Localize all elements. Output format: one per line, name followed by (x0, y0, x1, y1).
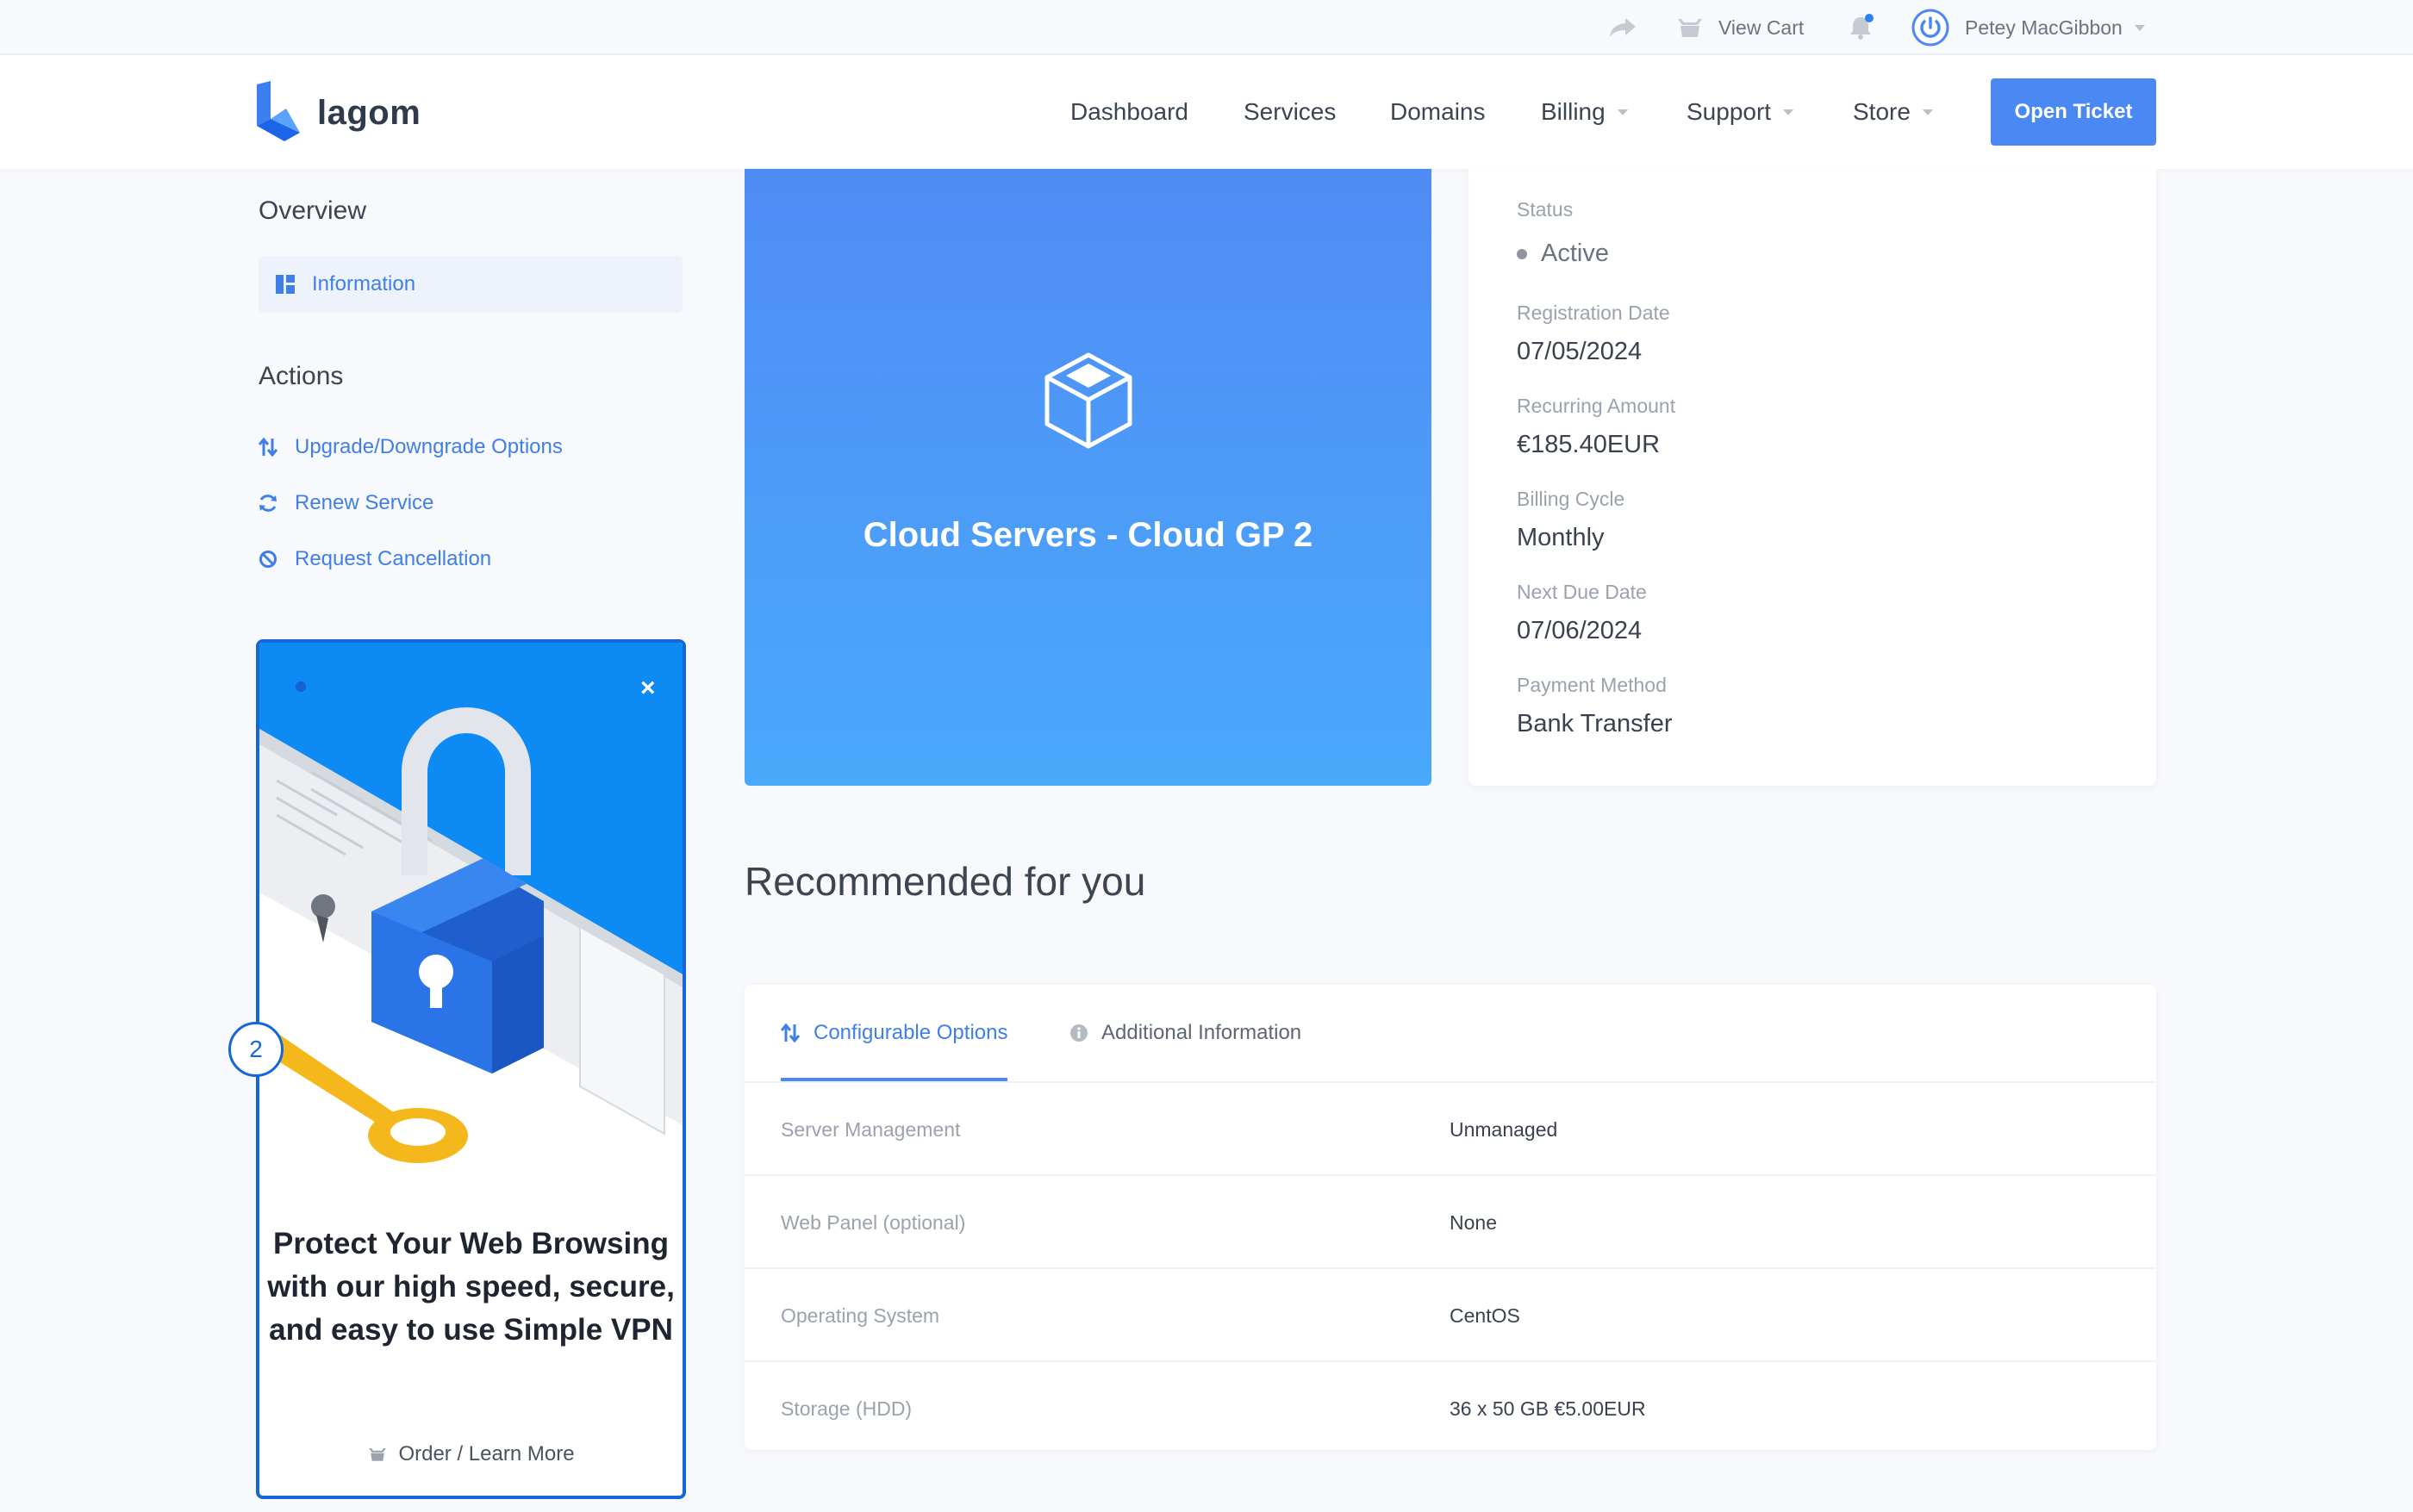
carousel-dot[interactable] (296, 681, 306, 692)
sidebar-item-label: Information (312, 272, 416, 296)
top-utility-bar: View Cart Petey MacGibbon (0, 0, 2413, 55)
view-cart-link[interactable]: View Cart (1675, 0, 1804, 55)
option-value: None (1450, 1210, 1497, 1234)
table-row: Web Panel (optional) None (745, 1176, 2156, 1269)
upgrade-downgrade-link[interactable]: Upgrade/Downgrade Options (259, 435, 563, 459)
chevron-down-icon (1922, 109, 1933, 115)
open-ticket-button[interactable]: Open Ticket (1991, 78, 2156, 146)
cart-icon (367, 1446, 388, 1463)
nav-domains[interactable]: Domains (1390, 55, 1485, 169)
notifications-button[interactable] (1846, 0, 1875, 55)
recurring-amount-label: Recurring Amount (1517, 395, 1676, 417)
nav-store[interactable]: Store (1853, 55, 1933, 169)
product-name: Cloud Servers - Cloud GP 2 (863, 516, 1313, 554)
dashboard-icon (276, 275, 295, 294)
status-label: Status (1517, 198, 1574, 221)
status-badge: Active (1517, 240, 1609, 268)
billing-cycle-value: Monthly (1517, 524, 1605, 551)
status-dot (1517, 248, 1527, 259)
next-due-date-value: 07/06/2024 (1517, 617, 1643, 644)
registration-date-label: Registration Date (1517, 302, 1670, 324)
share-button[interactable] (1608, 0, 1637, 55)
nav-billing[interactable]: Billing (1541, 55, 1628, 169)
promo-title: Protect Your Web Browsing with our high … (267, 1227, 675, 1347)
step-badge: 2 (228, 1022, 284, 1077)
next-due-date-label: Next Due Date (1517, 581, 1647, 603)
registration-date-value: 07/05/2024 (1517, 338, 1643, 365)
recurring-amount-value: €185.40EUR (1517, 431, 1661, 458)
renew-service-link[interactable]: Renew Service (259, 491, 433, 515)
vpn-promo-card[interactable]: × Protect Your Web Browsing with our hig… (256, 639, 686, 1499)
tab-additional-information[interactable]: Additional Information (1070, 985, 1301, 1081)
recommended-heading: Recommended for you (745, 859, 1146, 904)
payment-method-label: Payment Method (1517, 674, 1667, 696)
payment-method-value: Bank Transfer (1517, 710, 1673, 737)
order-learn-more-link[interactable]: Order / Learn More (259, 1442, 683, 1466)
close-icon[interactable]: × (640, 674, 656, 703)
option-key: Web Panel (optional) (781, 1210, 966, 1234)
cancel-icon (259, 550, 277, 569)
option-value: Unmanaged (1450, 1117, 1558, 1141)
renew-icon (259, 494, 277, 513)
option-value: 36 x 50 GB €5.00EUR (1450, 1397, 1646, 1420)
actions-heading: Actions (259, 362, 344, 390)
service-details-card: Status Active Registration Date 07/05/20… (1468, 169, 2156, 786)
promo-illustration: × (259, 643, 683, 1194)
user-menu[interactable]: Petey MacGibbon (1911, 0, 2145, 55)
sidebar-item-information[interactable]: Information (259, 256, 683, 313)
main-header: lagom Dashboard Services Domains Billing… (0, 55, 2413, 169)
share-icon (1608, 16, 1637, 39)
info-icon (1070, 1024, 1088, 1042)
upgrade-icon (781, 1023, 800, 1043)
view-cart-label: View Cart (1718, 16, 1805, 39)
bell-icon (1846, 14, 1875, 41)
upgrade-icon (259, 437, 277, 457)
logo[interactable]: lagom (255, 81, 421, 146)
option-key: Server Management (781, 1117, 961, 1141)
nav-support[interactable]: Support (1687, 55, 1794, 169)
request-cancellation-link[interactable]: Request Cancellation (259, 547, 491, 571)
overview-heading: Overview (259, 196, 367, 225)
options-panel: Configurable Options Additional Informat… (745, 985, 2156, 1450)
option-key: Operating System (781, 1304, 940, 1327)
power-icon (1911, 9, 1949, 47)
table-row: Storage (HDD) 36 x 50 GB €5.00EUR (745, 1362, 2156, 1455)
logo-text: lagom (317, 94, 421, 132)
chevron-down-icon (1783, 109, 1794, 115)
nav-services[interactable]: Services (1244, 55, 1336, 169)
cart-icon (1675, 16, 1705, 40)
user-name: Petey MacGibbon (1965, 16, 2123, 39)
chevron-down-icon (1617, 109, 1628, 115)
option-key: Storage (HDD) (781, 1397, 913, 1420)
billing-cycle-label: Billing Cycle (1517, 488, 1625, 510)
chevron-down-icon (2134, 24, 2145, 31)
nav-dashboard[interactable]: Dashboard (1070, 55, 1188, 169)
table-row: Server Management Unmanaged (745, 1083, 2156, 1176)
cube-icon (1044, 352, 1133, 454)
lagom-logo-icon (255, 81, 302, 146)
option-value: CentOS (1450, 1304, 1520, 1327)
product-hero: Cloud Servers - Cloud GP 2 (745, 169, 1431, 786)
tab-configurable-options[interactable]: Configurable Options (781, 985, 1008, 1081)
table-row: Operating System CentOS (745, 1269, 2156, 1362)
